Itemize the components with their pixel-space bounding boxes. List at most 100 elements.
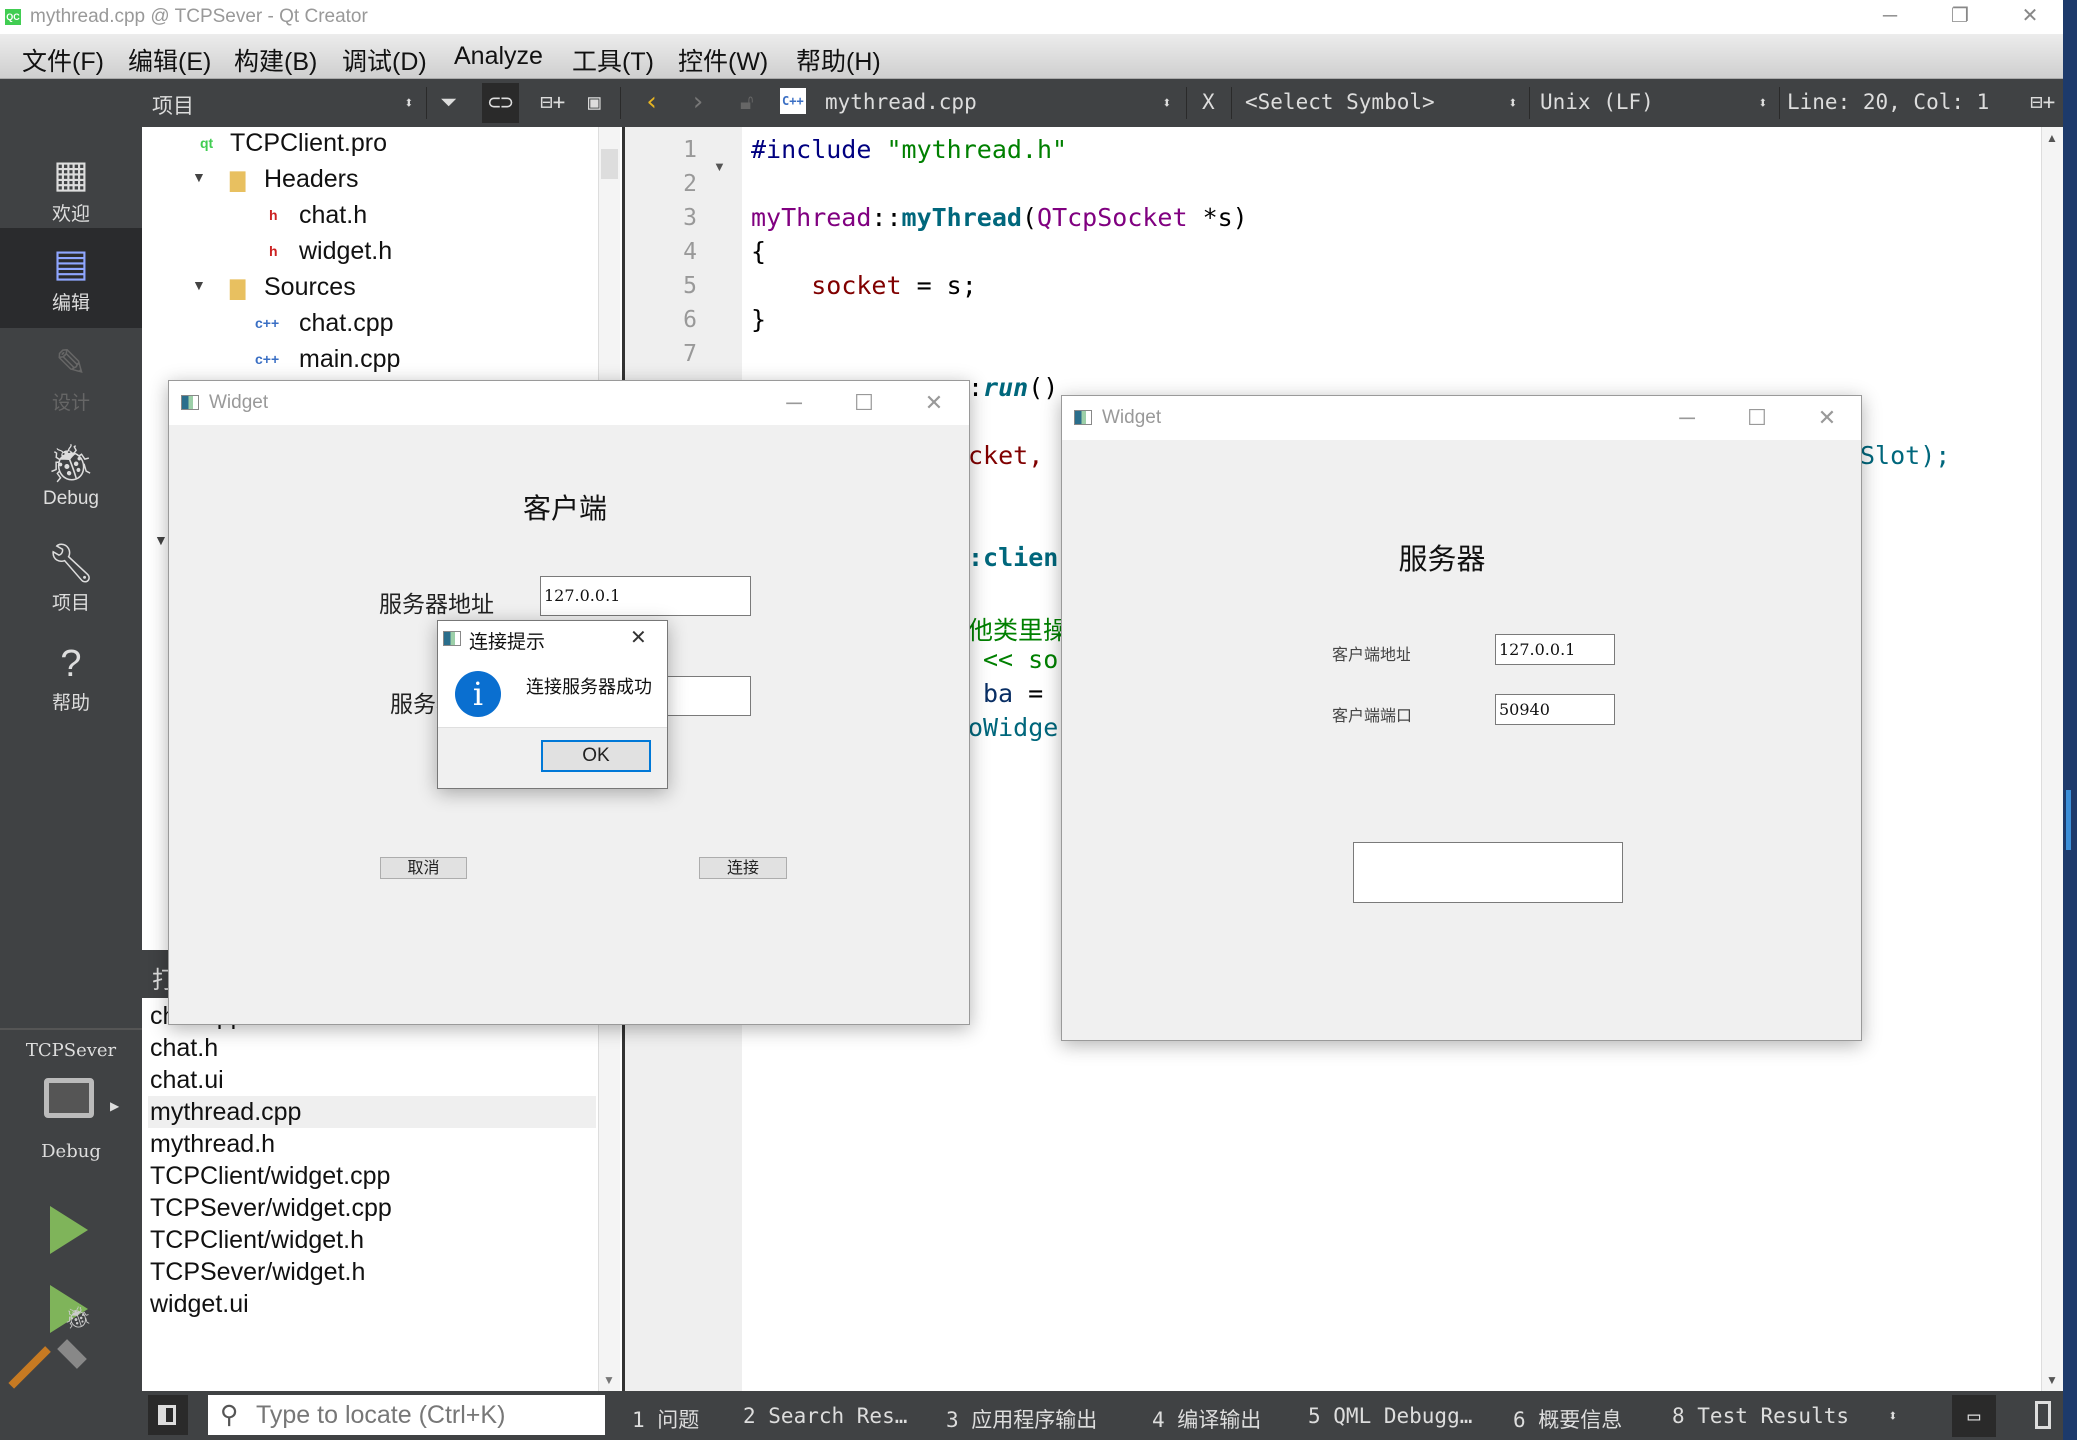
code-token: QTcpSocket [1037,203,1188,232]
tab-compile-output[interactable]: 4 编译输出 [1152,1404,1261,1434]
open-doc-item[interactable]: mythread.h [148,1128,596,1160]
line-number: 1 [683,137,697,163]
open-doc-item[interactable]: chat.ui [148,1064,596,1096]
mode-label: 项目 [51,593,90,614]
mode-label: 欢迎 [51,204,90,225]
client-close-button[interactable]: ✕ [904,381,964,425]
split-icon[interactable]: ⊟+ [540,90,565,114]
close-button[interactable]: ✕ [2000,0,2060,34]
split-editor-icon[interactable]: ⊟+ [2030,90,2055,114]
header-file-icon: h [269,207,278,223]
code-fragment: << so [983,645,1059,674]
tab-search-results[interactable]: 2 Search Res… [743,1404,907,1428]
cancel-button[interactable]: 取消 [380,857,467,879]
filter-icon[interactable]: ⏷ [440,90,457,115]
open-file-name[interactable]: mythread.cpp [825,90,977,114]
server-maximize-button[interactable]: ☐ [1727,396,1787,440]
open-doc-item[interactable]: widget.ui [148,1288,596,1320]
open-documents-list: chat.cpp chat.h chat.ui mythread.cpp myt… [142,998,622,1391]
expand-arrow-icon[interactable]: ▼ [192,277,206,293]
toggle-sidebar-button[interactable] [148,1395,188,1435]
panel-selector-arrows-icon[interactable]: ⬍ [404,93,414,112]
mode-edit[interactable]: ▤ 编辑 [0,228,142,328]
tree-item-headers[interactable]: ▼ ▇ Headers [192,165,359,194]
menu-tools[interactable]: 工具(T) [572,42,654,78]
code-fragment: :run() [968,373,1059,402]
kit-expand-icon[interactable]: ▶ [110,1099,119,1113]
open-doc-item[interactable]: TCPSever/widget.h [148,1256,596,1288]
tree-item-sources[interactable]: ▼ ▇ Sources [192,273,356,302]
open-doc-item[interactable]: TCPClient/widget.h [148,1224,596,1256]
open-doc-item[interactable]: TCPSever/widget.cpp [148,1192,596,1224]
open-docs-scrollbar[interactable]: ▼ [598,998,620,1391]
open-doc-item[interactable]: chat.h [148,1032,596,1064]
ok-button[interactable]: OK [541,740,651,772]
line-ending-selector[interactable]: Unix (LF) [1540,90,1654,114]
fold-arrow-icon[interactable]: ▼ [713,159,726,174]
symbol-arrows-icon[interactable]: ⬍ [1508,93,1518,112]
client-heading: 客户端 [522,492,607,525]
connect-button[interactable]: 连接 [699,857,787,879]
menu-analyze[interactable]: Analyze [454,42,543,71]
link-icon[interactable]: ⊂⊃ [482,83,520,123]
server-minimize-button[interactable]: ─ [1657,396,1717,440]
server-close-button[interactable]: ✕ [1797,396,1857,440]
tree-item-chat-cpp[interactable]: c++ chat.cpp [255,309,394,338]
client-port-input[interactable]: 50940 [1495,694,1615,725]
panel-selector[interactable]: 项目 [152,90,194,120]
mode-debug[interactable]: 🐞︎ Debug [0,428,142,528]
menu-help[interactable]: 帮助(H) [796,42,881,78]
expand-arrow-icon[interactable]: ▼ [154,532,168,548]
tab-general-messages[interactable]: 6 概要信息 [1513,1404,1622,1434]
line-ending-arrows-icon[interactable]: ⬍ [1758,93,1768,112]
server-address-input[interactable]: 127.0.0.1 [540,576,751,616]
mode-sidebar: ▦ 欢迎 ▤ 编辑 ✎ 设计 🐞︎ Debug 🔧︎ 项目 ? 帮助 TCPSever ▶ … [0,79,142,1440]
menu-edit[interactable]: 编辑(E) [128,42,211,78]
symbol-selector[interactable]: <Select Symbol> [1245,90,1435,114]
tab-issues[interactable]: 1 问题 [632,1404,699,1434]
back-arrow-icon[interactable]: ‹ [644,87,660,117]
menu-debug[interactable]: 调试(D) [342,42,427,78]
client-address-input[interactable]: 127.0.0.1 [1495,634,1615,665]
open-doc-item[interactable]: TCPClient/widget.cpp [148,1160,596,1192]
editor-scrollbar[interactable]: ▲ ▼ [2041,127,2063,1391]
toggle-right-sidebar-icon[interactable] [2035,1401,2051,1429]
tab-test-results[interactable]: 8 Test Results [1672,1404,1849,1428]
code-token: { [751,237,767,266]
kit-build-config: Debug [41,1141,101,1162]
toggle-output-pane-icon[interactable]: ▭ [1952,1395,1996,1437]
tree-item-widget-h[interactable]: h widget.h [269,237,392,266]
cursor-position[interactable]: Line: 20, Col: 1 [1787,90,1989,114]
menu-controls[interactable]: 控件(W) [678,42,768,78]
expand-arrow-icon[interactable]: ▼ [192,169,206,185]
forward-arrow-icon[interactable]: › [690,87,706,117]
message-text-box[interactable] [1353,842,1623,903]
mode-projects[interactable]: 🔧︎ 项目 [0,528,142,628]
tree-item-tcpclient-pro[interactable]: qt TCPClient.pro [200,129,387,158]
mode-welcome[interactable]: ▦ 欢迎 [0,139,142,239]
restore-button[interactable]: ❐ [1930,0,1990,34]
server-heading: 服务器 [1398,542,1486,576]
client-maximize-button[interactable]: ☐ [834,381,894,425]
tab-qml-debugger[interactable]: 5 QML Debugg… [1308,1404,1472,1428]
file-selector-arrows-icon[interactable]: ⬍ [1162,93,1172,112]
dialog-close-button[interactable]: ✕ [630,625,647,650]
build-hammer-icon[interactable] [8,1346,51,1389]
client-minimize-button[interactable]: ─ [764,381,824,425]
tree-item-chat-h[interactable]: h chat.h [269,201,367,230]
tab-application-output[interactable]: 3 应用程序输出 [946,1404,1097,1434]
tabs-scroll-arrows-icon[interactable]: ⬍ [1888,1406,1898,1425]
open-doc-item-selected[interactable]: mythread.cpp [148,1096,596,1128]
line-number: 4 [683,239,697,265]
run-icon[interactable] [50,1206,88,1254]
menu-file[interactable]: 文件(F) [22,42,104,78]
tree-item-main-cpp[interactable]: c++ main.cpp [255,345,400,374]
help-icon: ? [60,643,82,685]
close-document-button[interactable]: X [1202,90,1215,114]
locator-input[interactable]: ⚲ Type to locate (Ctrl+K) [208,1395,605,1435]
collapse-panel-icon[interactable]: ▣ [588,90,601,114]
kit-selector-monitor-icon[interactable] [44,1078,94,1118]
menu-build[interactable]: 构建(B) [234,42,317,78]
minimize-button[interactable]: ─ [1860,0,1920,34]
mode-help[interactable]: ? 帮助 [0,628,142,728]
